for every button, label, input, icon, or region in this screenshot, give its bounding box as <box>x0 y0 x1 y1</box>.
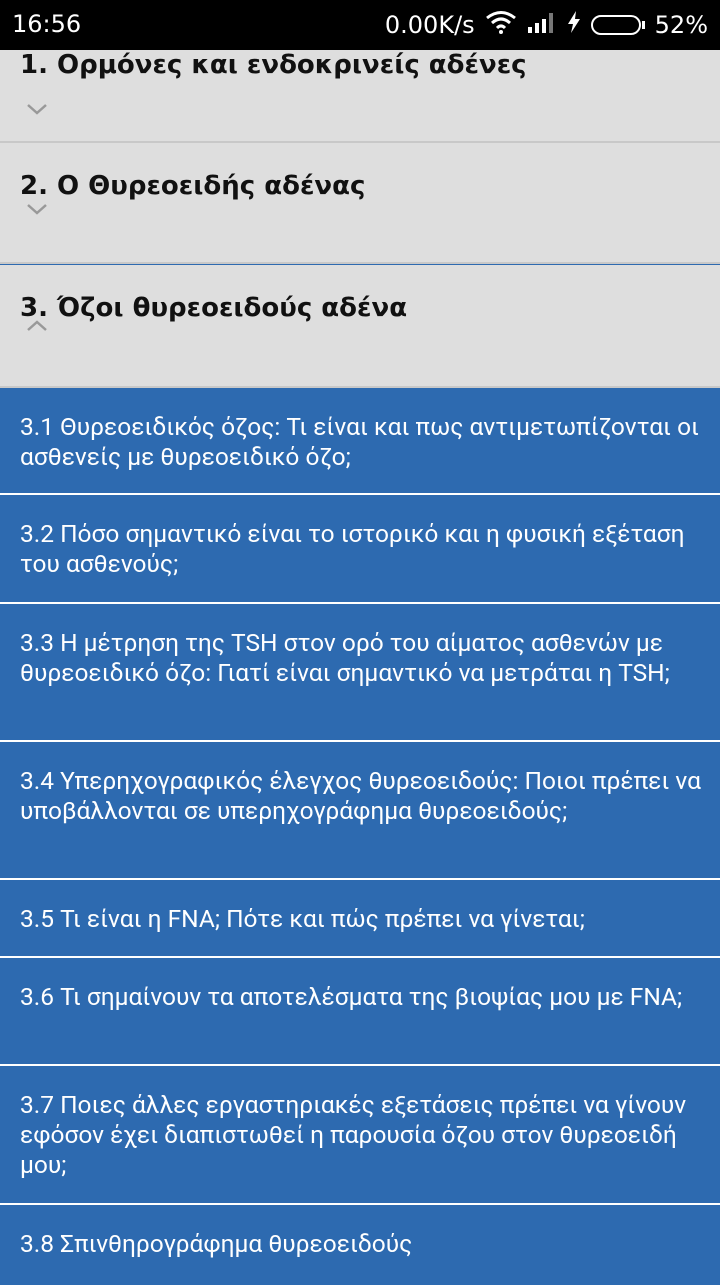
list-item[interactable]: 3.8 Σπινθηρογράφημα θυρεοειδούς <box>0 1205 720 1285</box>
group-header-3[interactable]: 3. Όζοι θυρεοειδούς αδένα <box>0 265 720 388</box>
status-bar: 16:56 0.00K/s 52% <box>0 0 720 50</box>
list-item[interactable]: 3.6 Τι σημαίνουν τα αποτελέσματα της βιο… <box>0 958 720 1066</box>
charging-icon <box>567 11 581 39</box>
battery-icon <box>590 15 645 35</box>
list-item[interactable]: 3.7 Ποιες άλλες εργαστηριακές εξετάσεις … <box>0 1066 720 1205</box>
group-header-2[interactable]: 2. Ο Θυρεοειδής αδένας <box>0 143 720 264</box>
list-item[interactable]: 3.3 Η μέτρηση της TSH στον ορό του αίματ… <box>0 604 720 742</box>
battery-percent: 52% <box>654 11 708 39</box>
signal-icon <box>527 11 557 39</box>
group-header-title: 3. Όζοι θυρεοειδούς αδένα <box>20 293 408 323</box>
chevron-down-icon <box>26 101 48 115</box>
list-item-label: 3.5 Τι είναι η FNA; Πότε και πώς πρέπει … <box>20 904 585 933</box>
list-item[interactable]: 3.5 Τι είναι η FNA; Πότε και πώς πρέπει … <box>0 880 720 958</box>
list-item[interactable]: 3.4 Υπερηχογραφικός έλεγχος θυρεοειδούς:… <box>0 742 720 880</box>
wifi-icon <box>485 10 517 40</box>
network-speed: 0.00K/s <box>384 11 475 39</box>
chevron-up-icon <box>26 318 48 332</box>
list-item-label: 3.2 Πόσο σημαντικό είναι το ιστορικό και… <box>20 519 685 578</box>
list-item-label: 3.8 Σπινθηρογράφημα θυρεοειδούς <box>20 1229 413 1258</box>
list-item-label: 3.7 Ποιες άλλες εργαστηριακές εξετάσεις … <box>20 1090 687 1179</box>
status-time: 16:56 <box>12 10 82 38</box>
group-header-title: 1. Ορμόνες και ενδοκρινείς αδένες <box>20 50 527 80</box>
group-header-title: 2. Ο Θυρεοειδής αδένας <box>20 171 366 201</box>
list-item[interactable]: 3.1 Θυρεοειδικός όζος: Τι είναι και πως … <box>0 388 720 495</box>
list-item-label: 3.4 Υπερηχογραφικός έλεγχος θυρεοειδούς:… <box>20 766 701 825</box>
list-item-label: 3.6 Τι σημαίνουν τα αποτελέσματα της βιο… <box>20 982 683 1011</box>
chevron-down-icon <box>26 201 48 215</box>
list-item-label: 3.3 Η μέτρηση της TSH στον ορό του αίματ… <box>20 628 670 687</box>
list-item-label: 3.1 Θυρεοειδικός όζος: Τι είναι και πως … <box>20 412 699 471</box>
list-item[interactable]: 3.2 Πόσο σημαντικό είναι το ιστορικό και… <box>0 495 720 604</box>
child-list: 3.1 Θυρεοειδικός όζος: Τι είναι και πως … <box>0 388 720 1285</box>
